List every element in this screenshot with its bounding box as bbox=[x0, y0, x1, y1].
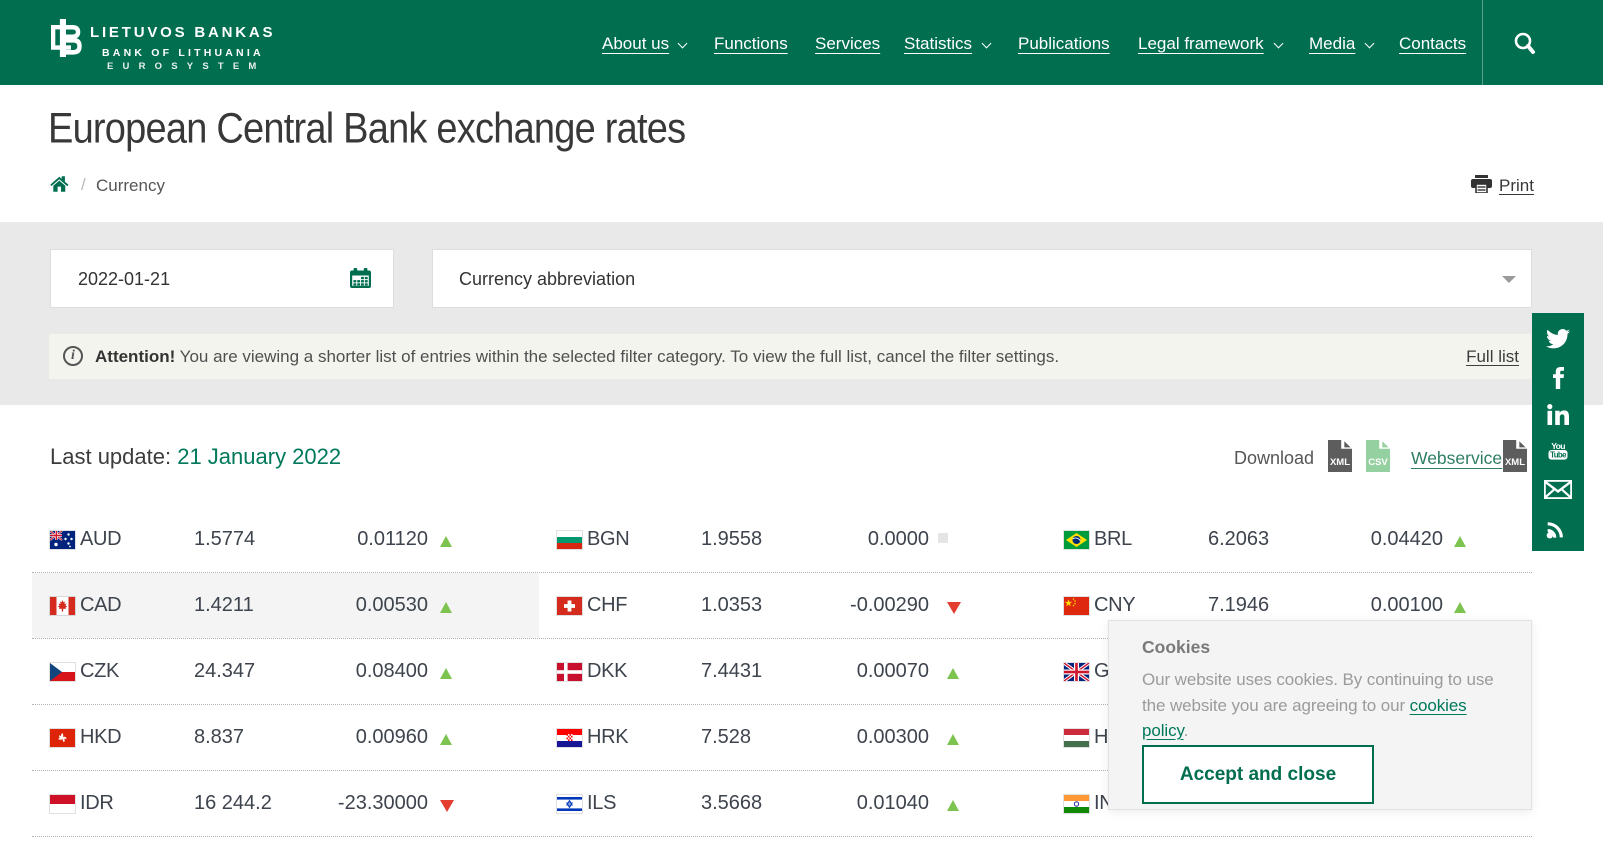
svg-text:CSV: CSV bbox=[1368, 457, 1388, 468]
svg-text:XML: XML bbox=[1505, 457, 1525, 468]
svg-text:You: You bbox=[1551, 441, 1565, 451]
svg-text:Tube: Tube bbox=[1550, 451, 1567, 460]
svg-text:XML: XML bbox=[1330, 457, 1350, 468]
